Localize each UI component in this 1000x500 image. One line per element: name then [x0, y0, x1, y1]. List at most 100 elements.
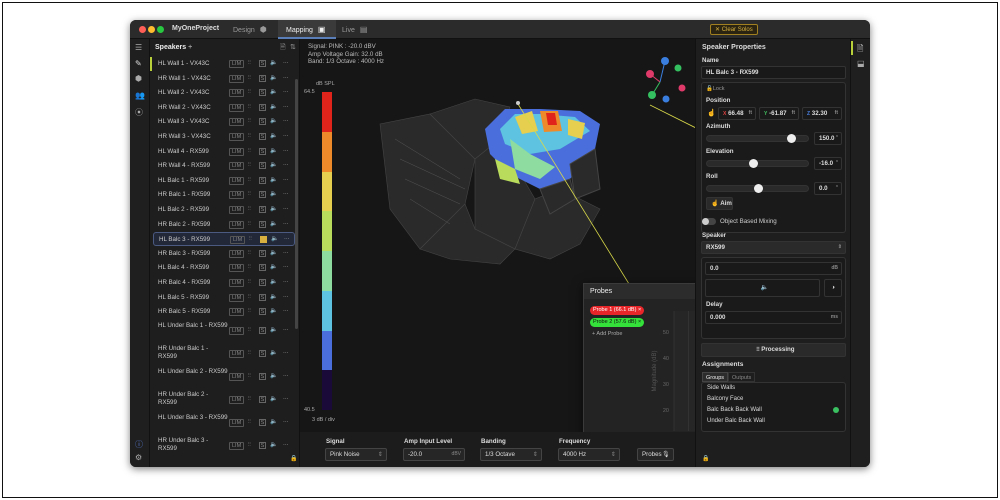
more-options-icon[interactable]: ···	[283, 327, 289, 333]
mute-speaker-icon[interactable]: 🔈	[270, 293, 277, 300]
3d-viewport[interactable]: Signal: PINK : -20.0 dBV Amp Voltage Gai…	[300, 39, 843, 454]
lock-toggle[interactable]: 🔓Lock	[706, 86, 724, 92]
banding-select[interactable]: 1/3 Octave ⇕	[480, 448, 542, 461]
mute-speaker-icon[interactable]: 🔈	[270, 372, 277, 379]
limiter-button[interactable]: LIM	[229, 74, 245, 83]
more-options-icon[interactable]: ···	[283, 350, 289, 356]
speaker-row[interactable]: HR Under Balc 3 - RX599 LIM ⫶⫶ S 🔈 ···	[153, 435, 295, 457]
more-options-icon[interactable]: ···	[283, 191, 289, 197]
eq-icon[interactable]: ⫶⫶	[248, 133, 251, 140]
speaker-row[interactable]: HR Wall 3 - VX43C LIM ⫶⫶ S 🔈 ···	[153, 130, 295, 144]
azimuth-slider[interactable]	[706, 134, 809, 143]
more-options-icon[interactable]: ···	[283, 373, 289, 379]
solo-button[interactable]: S	[259, 206, 266, 213]
eq-icon[interactable]: ⫶⫶	[248, 191, 251, 198]
limiter-button[interactable]: LIM	[229, 176, 245, 185]
eq-icon[interactable]: ⫶⫶	[248, 148, 251, 155]
group-item[interactable]: Under Balc Back Wall	[707, 418, 842, 424]
more-options-icon[interactable]: ···	[283, 442, 289, 448]
more-options-icon[interactable]: ···	[283, 104, 289, 110]
limiter-button[interactable]: LIM	[229, 220, 245, 229]
eq-icon[interactable]: ⫶⫶	[248, 442, 251, 449]
more-options-icon[interactable]: ···	[283, 221, 289, 227]
eq-icon[interactable]: ⫶⫶	[248, 75, 251, 82]
group-item[interactable]: Side Walls	[707, 385, 842, 391]
mute-speaker-icon[interactable]: 🔈	[270, 161, 277, 168]
solo-button[interactable]: S	[259, 395, 266, 403]
limiter-button[interactable]: LIM	[229, 395, 245, 404]
people-icon[interactable]: 👥	[135, 91, 145, 100]
eq-icon[interactable]: ⫶⫶	[248, 279, 251, 286]
solo-button[interactable]: S	[259, 279, 266, 286]
eq-icon[interactable]: ⫶⫶	[248, 308, 251, 315]
slider-knob[interactable]	[786, 134, 796, 143]
slider-knob[interactable]	[754, 184, 763, 193]
tab-design[interactable]: Design ⬢	[225, 20, 275, 39]
limiter-button[interactable]: LIM	[229, 441, 245, 450]
eq-icon[interactable]: ⫶⫶	[248, 373, 251, 380]
eq-icon[interactable]: ⫶⫶	[248, 89, 251, 96]
limiter-button[interactable]: LIM	[229, 279, 245, 287]
speaker-row[interactable]: HR Wall 2 - VX43C LIM ⫶⫶ S 🔈 ···	[153, 101, 295, 115]
more-options-icon[interactable]: ···	[284, 236, 290, 242]
roll-field[interactable]: 0.0 °	[814, 182, 842, 195]
speaker-row[interactable]: HL Under Balc 3 - RX599 LIM ⫶⫶ S 🔈 ···	[153, 412, 295, 434]
limiter-button[interactable]: LIM	[229, 118, 245, 127]
mute-speaker-icon[interactable]: 🔈	[270, 190, 277, 197]
lock-icon[interactable]: 🔒	[702, 455, 709, 462]
eq-icon[interactable]: ⫶⫶	[248, 104, 251, 111]
mute-speaker-icon[interactable]: 🔈	[270, 263, 277, 270]
speaker-row[interactable]: HL Wall 3 - VX43C LIM ⫶⫶ S 🔈 ···	[153, 115, 295, 129]
mute-speaker-icon[interactable]: 🔈	[271, 235, 278, 242]
speaker-row[interactable]: HL Wall 4 - RX599 LIM ⫶⫶ S 🔈 ···	[153, 145, 295, 159]
slider-knob[interactable]	[749, 159, 759, 168]
list-scrollbar[interactable]	[295, 79, 298, 329]
solo-button[interactable]: S	[259, 89, 266, 97]
solo-button[interactable]: S	[259, 372, 266, 380]
speaker-row[interactable]: HL Balc 5 - RX599 LIM ⫶⫶ S 🔈 ···	[153, 291, 295, 305]
eq-icon[interactable]: ⫶⫶	[248, 294, 251, 301]
eq-icon[interactable]: ⫶⫶	[248, 60, 251, 67]
limiter-button[interactable]: LIM	[229, 147, 245, 156]
speaker-row[interactable]: HR Wall 1 - VX43C LIM ⫶⫶ S 🔈 ···	[153, 72, 295, 86]
limiter-button[interactable]: LIM	[229, 418, 245, 427]
mute-speaker-icon[interactable]: 🔈	[270, 132, 277, 139]
speaker-row[interactable]: HR Balc 3 - RX599 LIM ⫶⫶ S 🔈 ···	[153, 247, 295, 261]
limiter-button[interactable]: LIM	[229, 89, 245, 98]
mute-speaker-icon[interactable]: 🔈	[270, 147, 277, 154]
add-speaker-button[interactable]: +	[188, 44, 192, 51]
solo-button[interactable]: S	[259, 349, 266, 357]
limiter-button[interactable]: LIM	[229, 206, 245, 214]
more-options-icon[interactable]: ···	[283, 162, 289, 168]
speaker-row[interactable]: HR Wall 4 - RX599 LIM ⫶⫶ S 🔈 ···	[153, 159, 295, 173]
eq-icon[interactable]: ⫶⫶	[248, 350, 251, 357]
solo-button[interactable]: S	[259, 308, 266, 316]
minimize-window-button[interactable]	[148, 26, 155, 33]
solo-button[interactable]: S	[259, 326, 266, 334]
limiter-button[interactable]: LIM	[229, 308, 245, 317]
mute-speaker-icon[interactable]: 🔈	[270, 59, 277, 66]
solo-button[interactable]: S	[259, 293, 266, 301]
solo-button[interactable]: S	[259, 418, 266, 426]
limiter-button[interactable]: LIM	[229, 249, 245, 258]
speaker-row[interactable]: HL Under Balc 2 - RX599 LIM ⫶⫶ S 🔈 ···	[153, 366, 295, 388]
speaker-row[interactable]: HR Balc 5 - RX599 LIM ⫶⫶ S 🔈 ···	[153, 305, 295, 319]
speaker-row[interactable]: HR Balc 2 - RX599 LIM ⫶⫶ S 🔈 ···	[153, 218, 295, 232]
sort-icon[interactable]: ⇅	[290, 43, 296, 51]
clear-solos-button[interactable]: ✕ Clear Solos	[710, 24, 758, 35]
mute-button[interactable]: 🔈	[705, 279, 820, 297]
more-options-icon[interactable]: ···	[283, 75, 289, 81]
mute-speaker-icon[interactable]: 🔈	[270, 395, 277, 402]
limiter-button[interactable]: LIM	[230, 236, 246, 245]
solo-button[interactable]: S	[259, 249, 266, 257]
speaker-row[interactable]: HL Balc 3 - RX599 LIM ⫶⫶ S 🔈 ···	[153, 232, 295, 247]
polarity-button[interactable]: ◑	[824, 279, 842, 297]
solo-button[interactable]: S	[259, 162, 266, 170]
tab-groups[interactable]: Groups	[702, 372, 729, 382]
delay-field[interactable]: 0.000 ms	[705, 311, 842, 324]
eq-icon[interactable]: ⫶⫶	[248, 327, 251, 334]
frequency-select[interactable]: 4000 Hz ⇕	[558, 448, 620, 461]
solo-button[interactable]: S	[259, 191, 266, 199]
properties-icon[interactable]: 🗎	[857, 43, 863, 57]
eq-icon[interactable]: ⫶⫶	[248, 264, 251, 271]
